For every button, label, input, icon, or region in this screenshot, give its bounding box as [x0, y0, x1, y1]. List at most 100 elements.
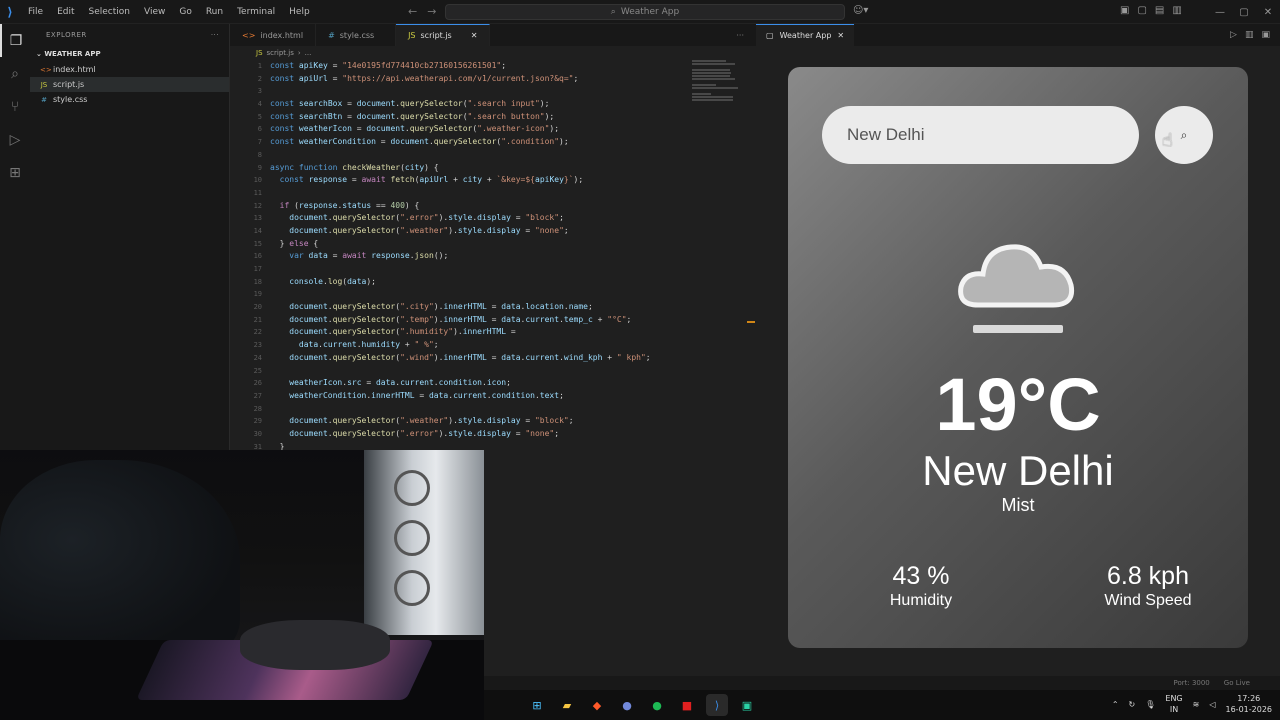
file-label: script.js: [53, 80, 85, 89]
menu-run[interactable]: Run: [206, 7, 223, 17]
breadcrumb-symbol[interactable]: ...: [305, 49, 312, 57]
menu-edit[interactable]: Edit: [57, 7, 74, 17]
chevron-up-icon[interactable]: ⌃: [1112, 700, 1119, 709]
preview-tabs: ▢ Weather App ✕ ▷ ▥ ▣: [756, 24, 1280, 46]
system-tray: ⌃ ↻ 🎙 ENG IN ≋ ◁ 17:26 16-01-2026: [1112, 693, 1272, 715]
extensions-icon[interactable]: ⊞: [0, 156, 30, 189]
file-item-index-html[interactable]: <> index.html: [30, 62, 229, 77]
css-file-icon: #: [41, 95, 47, 104]
explorer-icon[interactable]: ❐: [0, 24, 30, 57]
taskbar-apps: ⊞ ▰ ◆ ● ● ■ ⟩ ▣: [526, 694, 758, 716]
language-indicator[interactable]: ENG IN: [1165, 693, 1182, 715]
menu-go[interactable]: Go: [179, 7, 191, 17]
android-studio-icon[interactable]: ▣: [736, 694, 758, 716]
run-debug-icon[interactable]: ▷: [0, 123, 30, 156]
close-icon[interactable]: ✕: [1256, 0, 1280, 24]
clock[interactable]: 17:26 16-01-2026: [1226, 693, 1273, 715]
sync-icon[interactable]: ↻: [1129, 700, 1136, 709]
search-icon: ⌕: [1180, 127, 1188, 142]
explorer-title: EXPLORER: [46, 31, 87, 39]
language: ENG: [1165, 694, 1183, 703]
copilot-icon[interactable]: ☺▾: [853, 5, 868, 16]
explorer-header: EXPLORER ···: [30, 24, 229, 46]
breadcrumb-file[interactable]: script.js: [267, 49, 294, 57]
secondary-sidebar-icon[interactable]: ▥: [1172, 5, 1181, 16]
recorder-icon[interactable]: ■: [676, 694, 698, 716]
humidity-detail: 43 % Humidity: [881, 562, 961, 610]
tab-script-js[interactable]: JS script.js ✕: [396, 24, 491, 46]
scrollbar-marker: [747, 321, 755, 323]
file-label: index.html: [53, 65, 96, 74]
js-file-icon: JS: [256, 49, 263, 57]
taskbar: ⊞ ▰ ◆ ● ● ■ ⟩ ▣ ⌃ ↻ 🎙 ENG IN ≋ ◁ 17:26 1…: [484, 690, 1280, 720]
hand-cursor-icon: ☝: [1162, 130, 1173, 151]
microphone-icon[interactable]: 🎙: [1145, 700, 1155, 709]
wind-label: Wind Speed: [1104, 592, 1192, 609]
folder-label: WEATHER APP: [44, 50, 101, 58]
close-tab-icon[interactable]: ✕: [471, 31, 478, 40]
chevron-down-icon: ⌄: [36, 50, 45, 58]
menu-file[interactable]: File: [28, 7, 43, 17]
weather-card: New Delhi ⌕ ☝ 19°C New Delhi Mist 43 % H…: [788, 67, 1248, 648]
go-live-button[interactable]: Go Live: [1224, 679, 1250, 687]
person-silhouette: [0, 460, 240, 660]
sidebar-toggle-icon[interactable]: ▢: [1137, 5, 1146, 16]
wind-detail: 6.8 kph Wind Speed: [1093, 562, 1203, 610]
preview-controls: ▷ ▥ ▣: [1230, 30, 1280, 40]
js-file-icon: JS: [408, 31, 416, 40]
menu-help[interactable]: Help: [289, 7, 310, 17]
workspace-folder[interactable]: ⌄ WEATHER APP: [30, 46, 229, 62]
code-area[interactable]: 1 const apiKey = "14e0195fd774410cb271601…: [230, 60, 756, 488]
file-item-script-js[interactable]: JS script.js: [30, 77, 229, 92]
windows-start-icon[interactable]: ⊞: [526, 694, 548, 716]
minimize-icon[interactable]: —: [1208, 0, 1232, 24]
editor-tabs: <> index.html # style.css JS script.js ✕…: [230, 24, 756, 46]
panel-toggle-icon[interactable]: ▤: [1155, 5, 1164, 16]
status-bar: Port: 3000 Go Live: [484, 676, 1280, 690]
city-search-input[interactable]: New Delhi: [822, 106, 1139, 164]
editor-more-icon[interactable]: ···: [724, 24, 756, 46]
date: 16-01-2026: [1225, 705, 1273, 714]
layout-icon[interactable]: ▣: [1120, 5, 1129, 16]
temperature: 19°C: [935, 363, 1101, 446]
menu-bar: File Edit Selection View Go Run Terminal…: [28, 7, 310, 17]
minimap[interactable]: [692, 60, 740, 110]
pc-case: [364, 450, 484, 635]
menu-view[interactable]: View: [144, 7, 165, 17]
more-actions-icon[interactable]: ···: [211, 31, 219, 39]
tab-label: index.html: [260, 30, 304, 40]
menu-terminal[interactable]: Terminal: [237, 7, 275, 17]
navigation-arrows[interactable]: ←→: [408, 5, 446, 18]
vscode-taskbar-icon[interactable]: ⟩: [706, 694, 728, 716]
search-icon[interactable]: ⌕: [0, 57, 30, 90]
css-file-icon: #: [328, 30, 335, 40]
tab-style-css[interactable]: # style.css: [316, 24, 397, 46]
file-label: style.css: [53, 95, 88, 104]
volume-icon[interactable]: ◁: [1209, 700, 1215, 709]
tab-index-html[interactable]: <> index.html: [230, 24, 317, 46]
run-icon[interactable]: ▷: [1230, 30, 1237, 40]
lock-icon[interactable]: ▣: [1261, 30, 1270, 40]
title-bar: ⟩ File Edit Selection View Go Run Termin…: [0, 0, 1280, 24]
preview-panel: ▢ Weather App ✕ ▷ ▥ ▣ New Delhi ⌕ ☝ 19°C…: [756, 24, 1280, 676]
humidity-label: Humidity: [889, 592, 953, 609]
source-control-icon[interactable]: ⑂: [0, 90, 30, 123]
file-explorer-icon[interactable]: ▰: [556, 694, 578, 716]
spotify-icon[interactable]: ●: [646, 694, 668, 716]
tab-label: script.js: [420, 31, 452, 40]
window-controls: — ▢ ✕: [1208, 0, 1280, 24]
command-center[interactable]: ⌕ Weather App: [445, 4, 845, 20]
discord-icon[interactable]: ●: [616, 694, 638, 716]
search-icon: ⌕: [610, 7, 616, 17]
menu-selection[interactable]: Selection: [89, 7, 130, 17]
wind-value: 6.8 kph: [1106, 562, 1189, 590]
wifi-icon[interactable]: ≋: [1193, 700, 1200, 709]
close-tab-icon[interactable]: ✕: [837, 31, 844, 40]
html-file-icon: <>: [40, 65, 52, 74]
split-editor-icon[interactable]: ▥: [1245, 30, 1254, 40]
port-status[interactable]: Port: 3000: [1173, 679, 1209, 687]
tab-weather-app[interactable]: ▢ Weather App ✕: [756, 24, 855, 46]
brave-browser-icon[interactable]: ◆: [586, 694, 608, 716]
file-item-style-css[interactable]: # style.css: [30, 92, 229, 107]
maximize-icon[interactable]: ▢: [1232, 0, 1256, 24]
